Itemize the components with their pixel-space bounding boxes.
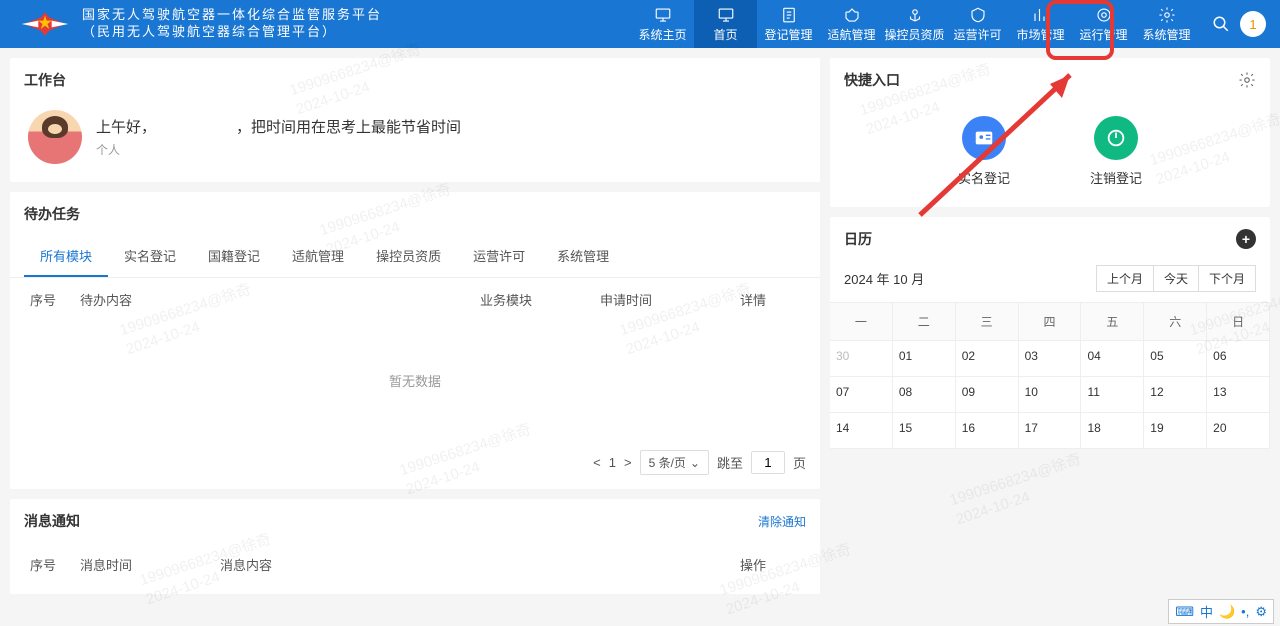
nav-operation-management[interactable]: 运行管理 (1072, 0, 1135, 48)
ime-settings-icon[interactable]: ⚙ (1255, 604, 1267, 620)
user-avatar (28, 110, 82, 164)
nav-registration[interactable]: 登记管理 (757, 0, 820, 48)
ime-toggle-icon[interactable]: ⌨ (1175, 604, 1194, 620)
nav-operation-license[interactable]: 运营许可 (946, 0, 1009, 48)
calendar-grid: 一二三四五六日 30010203040506 07080910111213 1415… (830, 302, 1270, 449)
user-avatar-badge[interactable]: 1 (1240, 11, 1266, 37)
message-card: 消息通知 清除通知 序号 消息时间 消息内容 操作 (10, 499, 820, 594)
calendar-date-cell[interactable]: 13 (1207, 377, 1270, 413)
calendar-title: 日历 (844, 229, 872, 249)
calendar-date-cell[interactable]: 07 (830, 377, 893, 413)
tab-operator[interactable]: 操控员资质 (360, 236, 457, 277)
clear-notifications[interactable]: 清除通知 (758, 513, 806, 530)
todo-pagination: < 1 > 5 条/页 ⌄ 跳至 页 (10, 440, 820, 489)
todo-empty: 暂无数据 (10, 321, 820, 440)
message-table-header: 序号 消息时间 消息内容 操作 (10, 543, 820, 594)
greeting-text: 上午好，，把时间用在思考上最能节省时间 (96, 116, 461, 137)
gear-icon[interactable] (1238, 71, 1256, 89)
user-type: 个人 (96, 141, 461, 158)
calendar-day-header: 三 (956, 303, 1019, 341)
calendar-month: 2024 年 10 月 (844, 269, 924, 288)
calendar-date-cell[interactable]: 01 (893, 341, 956, 377)
id-card-icon (962, 116, 1006, 160)
todo-title: 待办任务 (10, 192, 820, 236)
calendar-date-cell[interactable]: 20 (1207, 413, 1270, 449)
calendar-date-cell[interactable]: 09 (956, 377, 1019, 413)
tab-realname[interactable]: 实名登记 (108, 236, 192, 277)
calendar-add-button[interactable]: + (1236, 229, 1256, 249)
tab-license[interactable]: 运营许可 (457, 236, 541, 277)
calendar-day-header: 六 (1144, 303, 1207, 341)
calendar-day-header: 日 (1207, 303, 1270, 341)
calendar-card: 日历 + 2024 年 10 月 上个月 今天 下个月 一二三四五六日 3001… (830, 217, 1270, 449)
todo-table-header: 序号 待办内容 业务模块 申请时间 详情 (10, 278, 820, 321)
nav-system-management[interactable]: 系统管理 (1135, 0, 1198, 48)
calendar-date-cell[interactable]: 16 (956, 413, 1019, 449)
calendar-date-cell[interactable]: 08 (893, 377, 956, 413)
logo-emblem (20, 9, 70, 39)
pager-jump-input[interactable] (751, 451, 785, 474)
tab-all-modules[interactable]: 所有模块 (24, 236, 108, 277)
nav-home[interactable]: 首页 (694, 0, 757, 48)
nav-operator-qualification[interactable]: 操控员资质 (883, 0, 946, 48)
header-bar: 国家无人驾驶航空器一体化综合监管服务平台 （民用无人驾驶航空器综合管理平台） 系… (0, 0, 1280, 48)
pager-next[interactable]: > (624, 455, 632, 470)
quick-entry-title: 快捷入口 (844, 70, 900, 90)
calendar-date-cell[interactable]: 18 (1081, 413, 1144, 449)
ime-lang[interactable]: 中 (1200, 602, 1213, 621)
ime-dot-icon[interactable]: •, (1241, 604, 1249, 619)
quick-cancel-register[interactable]: 注销登记 (1090, 116, 1142, 187)
calendar-day-header: 五 (1081, 303, 1144, 341)
message-title: 消息通知 (24, 511, 80, 531)
pager-page[interactable]: 1 (609, 455, 616, 470)
quick-realname-register[interactable]: 实名登记 (958, 116, 1010, 187)
todo-tabs: 所有模块 实名登记 国籍登记 适航管理 操控员资质 运营许可 系统管理 (10, 236, 820, 278)
main-nav: 系统主页 首页 登记管理 适航管理 操控员资质 运营许可 市场管理 运行管理 系… (631, 0, 1198, 48)
calendar-date-cell[interactable]: 05 (1144, 341, 1207, 377)
calendar-day-header: 四 (1019, 303, 1082, 341)
calendar-today[interactable]: 今天 (1153, 265, 1199, 292)
calendar-date-cell[interactable]: 19 (1144, 413, 1207, 449)
ime-toolbar[interactable]: ⌨ 中 🌙 •, ⚙ (1168, 599, 1274, 624)
calendar-date-cell[interactable]: 11 (1081, 377, 1144, 413)
tab-airworthiness[interactable]: 适航管理 (276, 236, 360, 277)
calendar-next-month[interactable]: 下个月 (1198, 265, 1256, 292)
calendar-prev-month[interactable]: 上个月 (1096, 265, 1154, 292)
calendar-day-header: 一 (830, 303, 893, 341)
workbench-card: 工作台 上午好，，把时间用在思考上最能节省时间 个人 (10, 58, 820, 182)
todo-card: 待办任务 所有模块 实名登记 国籍登记 适航管理 操控员资质 运营许可 系统管理… (10, 192, 820, 489)
nav-airworthiness[interactable]: 适航管理 (820, 0, 883, 48)
quick-entry-card: 快捷入口 实名登记 注销登记 (830, 58, 1270, 207)
platform-title: 国家无人驾驶航空器一体化综合监管服务平台 （民用无人驾驶航空器综合管理平台） (82, 7, 382, 41)
calendar-date-cell[interactable]: 02 (956, 341, 1019, 377)
pager-size-select[interactable]: 5 条/页 ⌄ (640, 450, 709, 475)
ime-moon-icon[interactable]: 🌙 (1219, 604, 1235, 620)
nav-system-home[interactable]: 系统主页 (631, 0, 694, 48)
calendar-date-cell[interactable]: 04 (1081, 341, 1144, 377)
calendar-date-cell[interactable]: 30 (830, 341, 893, 377)
workbench-title: 工作台 (10, 58, 820, 102)
calendar-date-cell[interactable]: 17 (1019, 413, 1082, 449)
nav-market[interactable]: 市场管理 (1009, 0, 1072, 48)
power-icon (1094, 116, 1138, 160)
pager-prev[interactable]: < (593, 455, 601, 470)
calendar-date-cell[interactable]: 03 (1019, 341, 1082, 377)
tab-nationality[interactable]: 国籍登记 (192, 236, 276, 277)
calendar-date-cell[interactable]: 12 (1144, 377, 1207, 413)
calendar-day-header: 二 (893, 303, 956, 341)
calendar-date-cell[interactable]: 10 (1019, 377, 1082, 413)
calendar-date-cell[interactable]: 14 (830, 413, 893, 449)
search-icon[interactable] (1212, 15, 1230, 33)
calendar-date-cell[interactable]: 15 (893, 413, 956, 449)
calendar-date-cell[interactable]: 06 (1207, 341, 1270, 377)
tab-system[interactable]: 系统管理 (541, 236, 625, 277)
